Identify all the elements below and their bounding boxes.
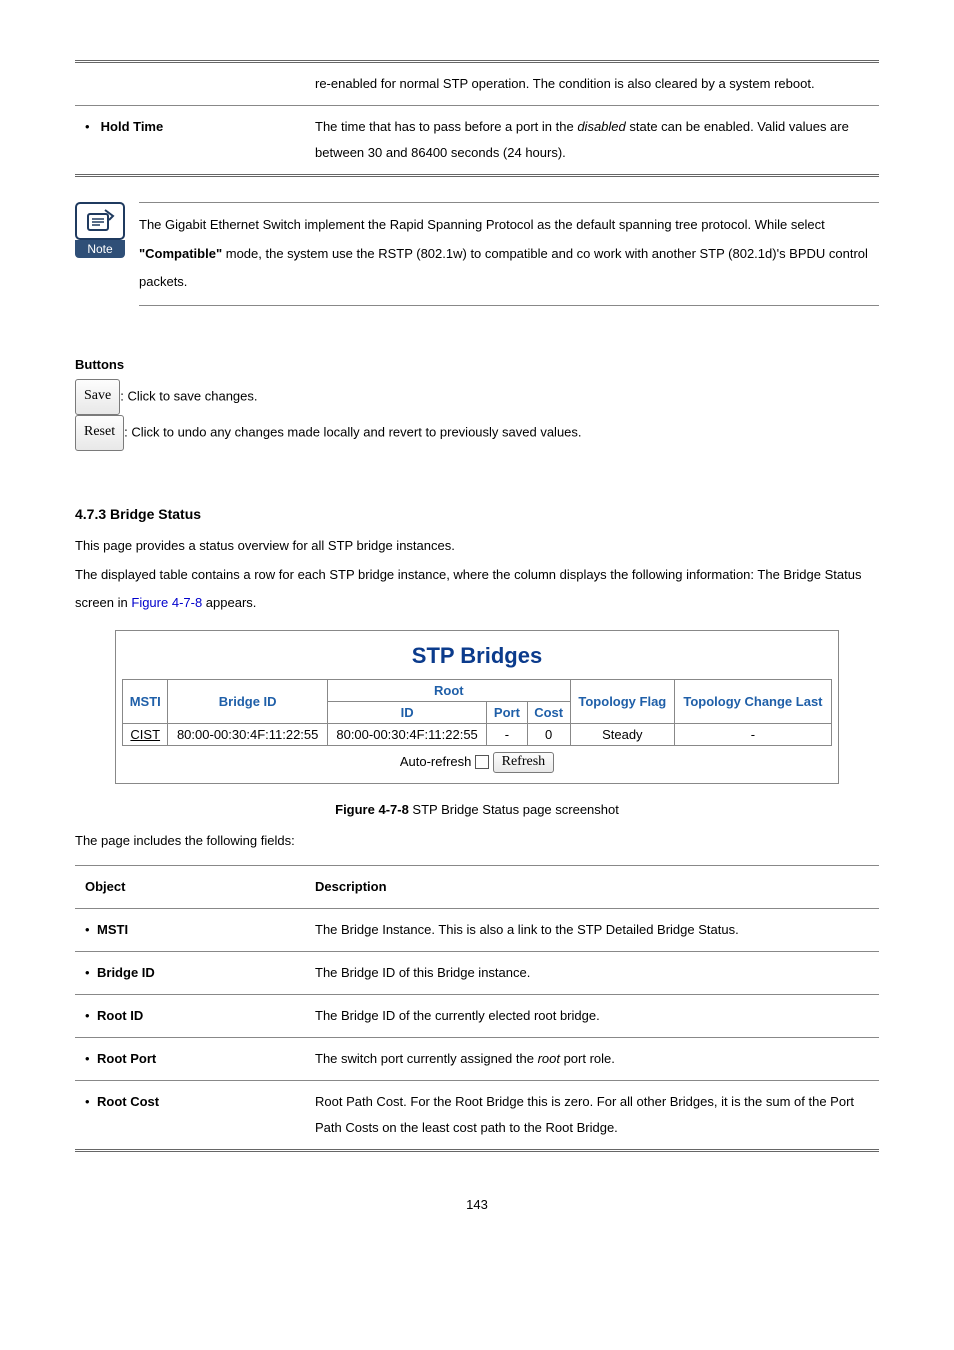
row2-desc: The time that has to pass before a port … [305, 106, 879, 176]
r1-obj: MSTI [97, 922, 128, 937]
fields-table: Object Description •MSTI The Bridge Inst… [75, 865, 879, 1152]
th-port: Port [487, 701, 527, 723]
th-msti: MSTI [123, 679, 168, 723]
stp-table: MSTI Bridge ID Root Topology Flag Topolo… [122, 679, 832, 746]
r1-desc: The Bridge Instance. This is also a link… [305, 909, 879, 952]
save-desc: : Click to save changes. [120, 389, 257, 404]
refresh-button[interactable]: Refresh [493, 752, 555, 773]
note-label: Note [75, 240, 125, 258]
body1: This page provides a status overview for… [75, 532, 879, 561]
r4-desc-b: port role. [560, 1051, 615, 1066]
r3-obj-cell: •Root ID [75, 995, 305, 1038]
cell-cost: 0 [527, 723, 570, 745]
th-topo-change: Topology Change Last [674, 679, 831, 723]
note-text-a: The Gigabit Ethernet Switch implement th… [139, 217, 825, 232]
reset-desc: : Click to undo any changes made locally… [124, 425, 581, 440]
row2-desc-em: disabled [577, 119, 625, 134]
note-text-bold: "Compatible" [139, 246, 222, 261]
empty-cell [75, 62, 305, 106]
fields-intro: The page includes the following fields: [75, 827, 879, 856]
r3-obj: Root ID [97, 1008, 143, 1023]
cell-flag: Steady [570, 723, 674, 745]
r2-obj: Bridge ID [97, 965, 155, 980]
figure-caption-bold: Figure 4-7-8 [335, 802, 409, 817]
cell-change: - [674, 723, 831, 745]
section-heading: 4.7.3 Bridge Status [75, 506, 879, 522]
th-topo-flag: Topology Flag [570, 679, 674, 723]
th-root: Root [327, 679, 570, 701]
page-number: 143 [75, 1197, 879, 1212]
figure-caption-text: STP Bridge Status page screenshot [409, 802, 619, 817]
cell-msti[interactable]: CIST [123, 723, 168, 745]
r4-desc-a: The switch port currently assigned the [315, 1051, 538, 1066]
note-badge: Note [75, 202, 125, 258]
row2-desc-a: The time that has to pass before a port … [315, 119, 577, 134]
r4-obj: Root Port [97, 1051, 156, 1066]
row2-label-cell: • Hold Time [75, 106, 305, 176]
row2-label: Hold Time [101, 119, 164, 134]
auto-refresh-label: Auto-refresh [400, 754, 472, 769]
auto-refresh-row: Auto-refresh Refresh [122, 746, 832, 773]
cist-link[interactable]: CIST [130, 727, 160, 742]
r4-obj-cell: •Root Port [75, 1038, 305, 1081]
cell-bridge-id: 80:00-00:30:4F:11:22:55 [168, 723, 327, 745]
auto-refresh-checkbox[interactable] [475, 755, 489, 769]
body2-b: appears. [202, 595, 256, 610]
th-id: ID [327, 701, 486, 723]
th-object: Object [75, 866, 305, 909]
table-header-row: MSTI Bridge ID Root Topology Flag Topolo… [123, 679, 832, 701]
note-text: The Gigabit Ethernet Switch implement th… [139, 202, 879, 306]
r4-desc-em: root [538, 1051, 560, 1066]
note-text-b: mode, the system use the RSTP (802.1w) t… [139, 246, 868, 290]
r5-desc: Root Path Cost. For the Root Bridge this… [305, 1081, 879, 1151]
r4-desc: The switch port currently assigned the r… [305, 1038, 879, 1081]
r1-obj-cell: •MSTI [75, 909, 305, 952]
cell-port: - [487, 723, 527, 745]
figure-box: STP Bridges MSTI Bridge ID Root Topology… [115, 630, 839, 784]
th-bridge-id: Bridge ID [168, 679, 327, 723]
r2-obj-cell: •Bridge ID [75, 952, 305, 995]
r2-desc: The Bridge ID of this Bridge instance. [305, 952, 879, 995]
r5-obj: Root Cost [97, 1094, 159, 1109]
cell-root-id: 80:00-00:30:4F:11:22:55 [327, 723, 486, 745]
th-cost: Cost [527, 701, 570, 723]
th-desc: Description [305, 866, 879, 909]
reset-button[interactable]: Reset [75, 415, 124, 451]
save-button[interactable]: Save [75, 379, 120, 415]
buttons-heading: Buttons [75, 351, 879, 380]
r3-desc: The Bridge ID of the currently elected r… [305, 995, 879, 1038]
body-text: This page provides a status overview for… [75, 532, 879, 618]
note-row: Note The Gigabit Ethernet Switch impleme… [75, 202, 879, 306]
buttons-section: Buttons Save: Click to save changes. Res… [75, 351, 879, 451]
row1-desc: re-enabled for normal STP operation. The… [305, 62, 879, 106]
figure-caption: Figure 4-7-8 STP Bridge Status page scre… [75, 802, 879, 817]
note-icon [75, 202, 125, 240]
top-params-table: re-enabled for normal STP operation. The… [75, 60, 879, 177]
figure-title: STP Bridges [122, 637, 832, 679]
table-row: CIST 80:00-00:30:4F:11:22:55 80:00-00:30… [123, 723, 832, 745]
figure-link[interactable]: Figure 4-7-8 [131, 595, 202, 610]
r5-obj-cell: •Root Cost [75, 1081, 305, 1151]
